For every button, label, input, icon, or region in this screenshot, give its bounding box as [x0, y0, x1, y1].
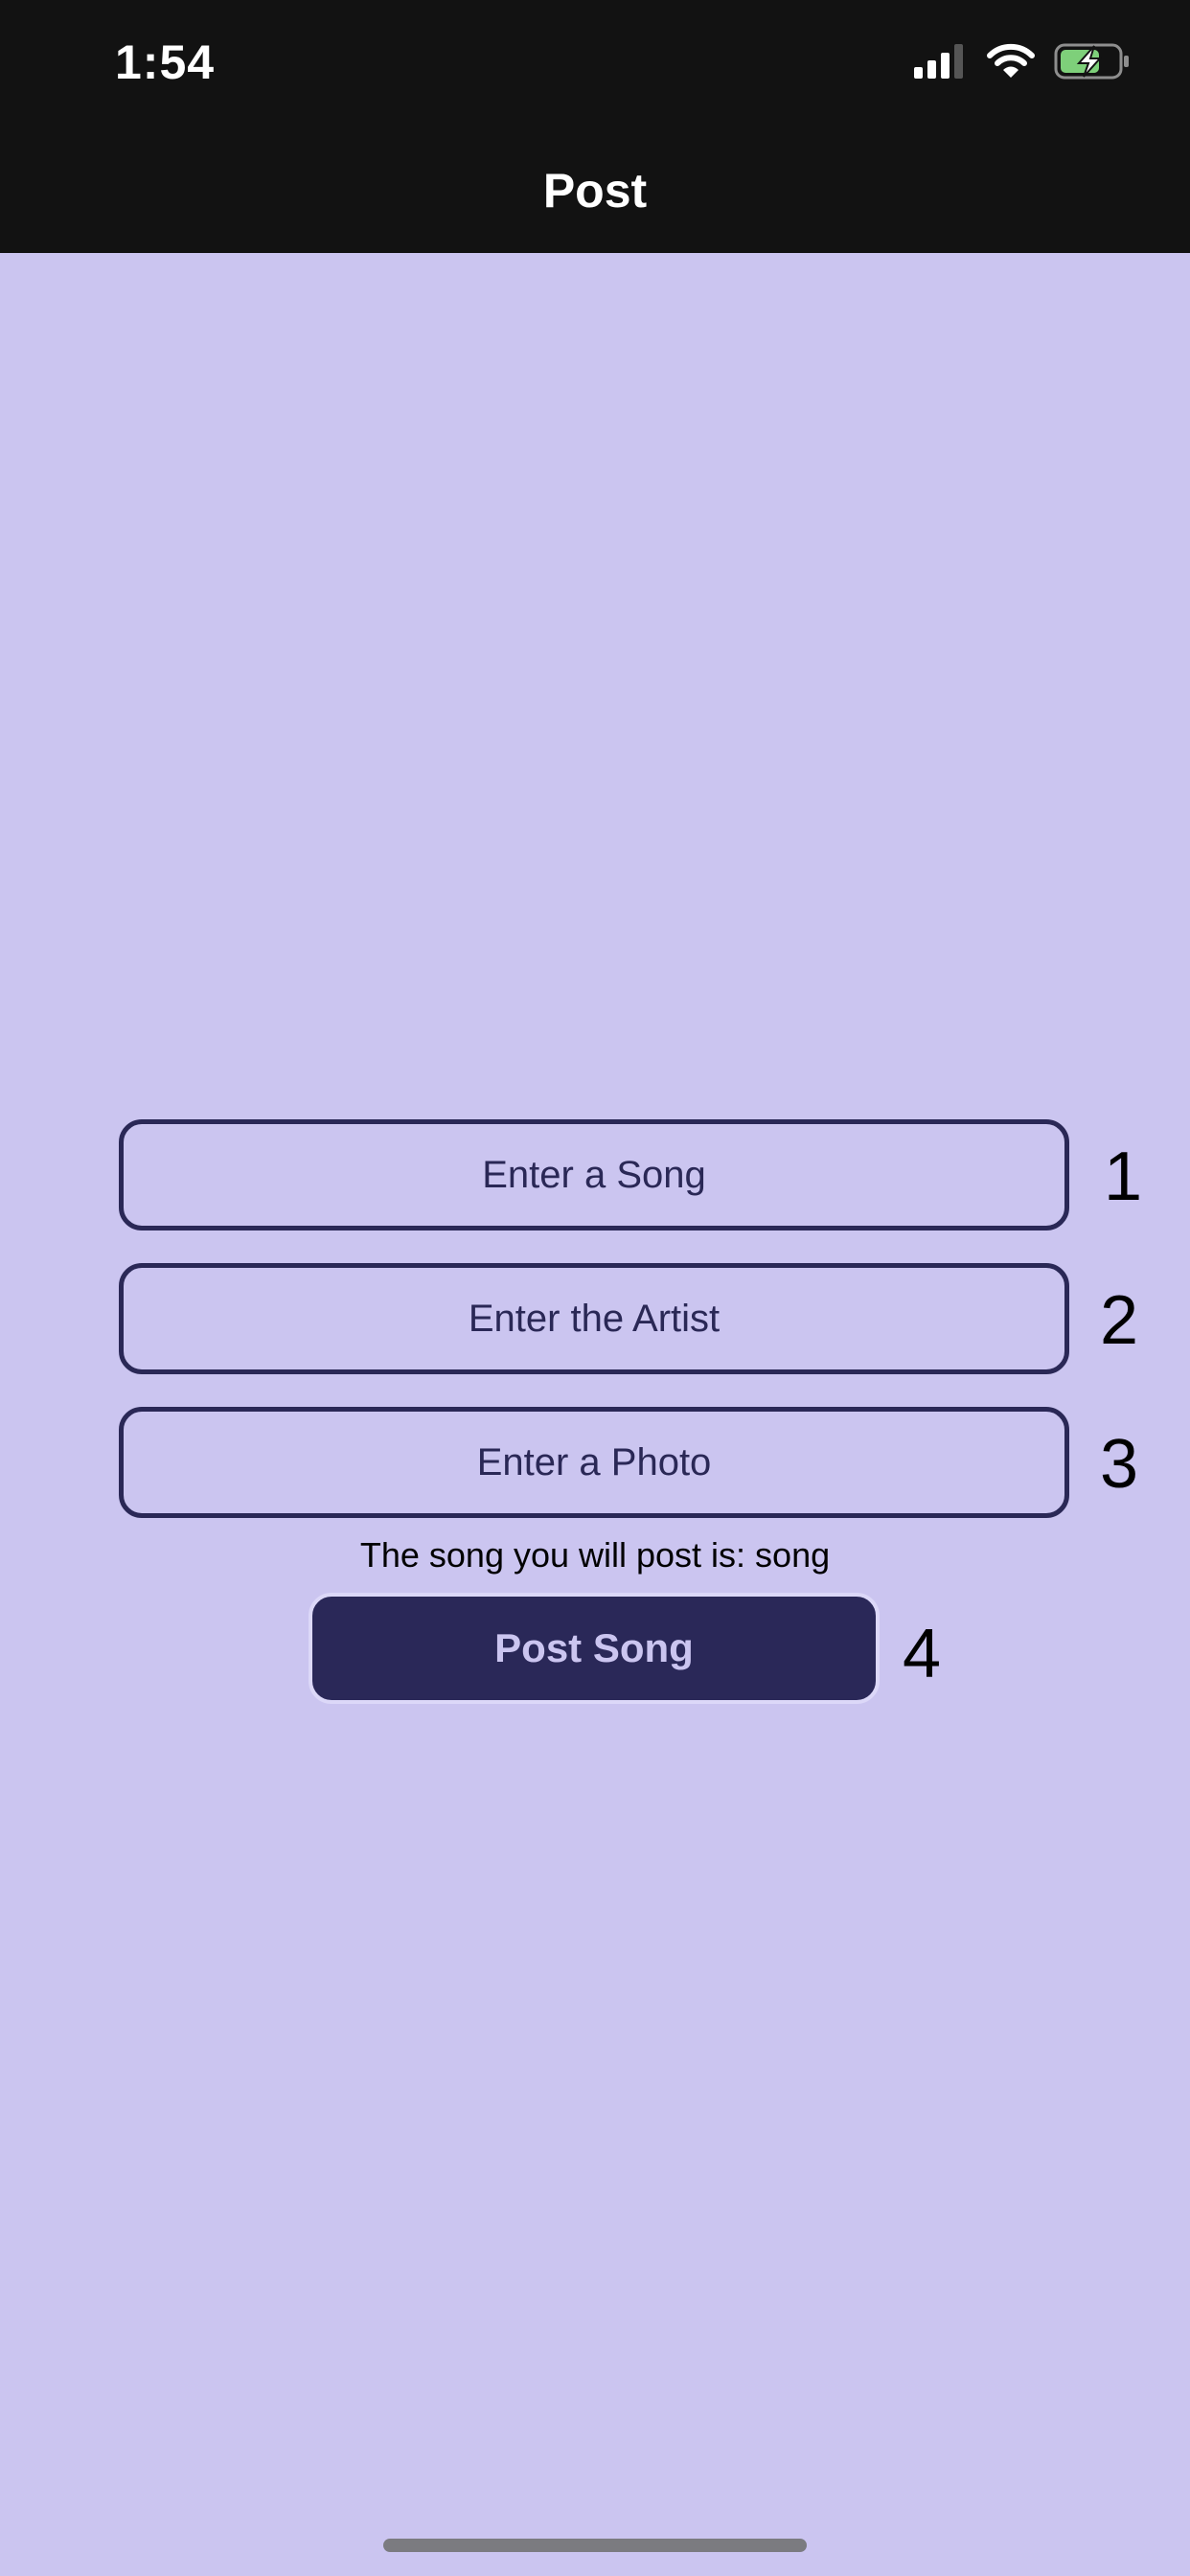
battery-charging-icon: [1054, 42, 1131, 85]
post-song-button[interactable]: Post Song: [309, 1593, 880, 1704]
post-song-button-label: Post Song: [494, 1625, 694, 1670]
annotation-number-3: 3: [1100, 1426, 1139, 1503]
artist-input[interactable]: Enter the Artist: [119, 1263, 1069, 1374]
navigation-bar: Post: [0, 134, 1190, 253]
artist-input-placeholder: Enter the Artist: [468, 1297, 721, 1340]
status-time: 1:54: [115, 35, 216, 89]
status-bar: 1:54: [0, 0, 1190, 134]
photo-input[interactable]: Enter a Photo: [119, 1407, 1069, 1518]
cellular-signal-icon: [914, 43, 968, 83]
home-indicator[interactable]: [383, 2539, 807, 2552]
annotation-number-4: 4: [903, 1616, 942, 1692]
wifi-icon: [987, 43, 1035, 84]
annotation-number-1: 1: [1104, 1138, 1143, 1215]
song-preview-text: The song you will post is: song: [359, 1535, 831, 1575]
song-input-placeholder: Enter a Song: [482, 1153, 706, 1196]
status-icons: [914, 42, 1131, 84]
photo-input-placeholder: Enter a Photo: [476, 1440, 712, 1484]
song-input[interactable]: Enter a Song: [119, 1119, 1069, 1230]
page-title: Post: [542, 164, 648, 218]
annotation-number-2: 2: [1100, 1282, 1139, 1359]
